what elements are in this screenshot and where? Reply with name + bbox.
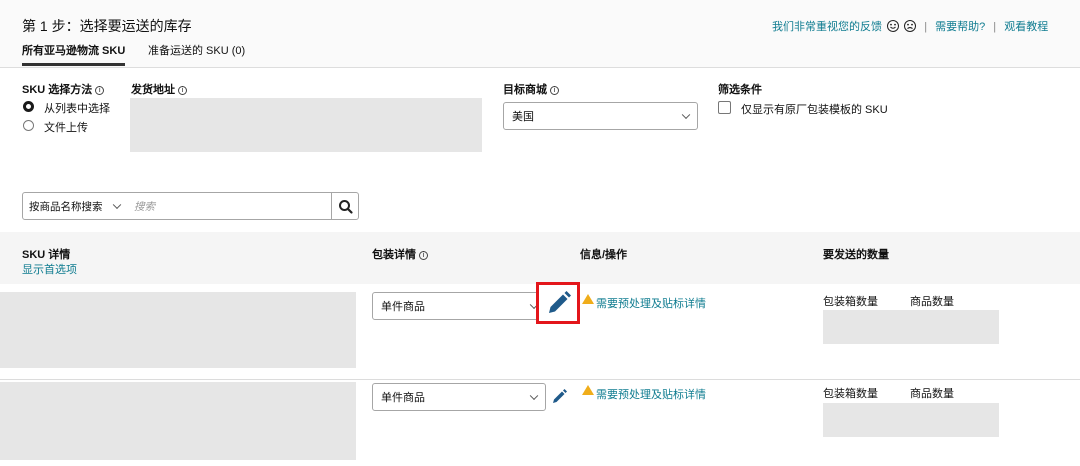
edit-packing-button[interactable] (550, 385, 570, 407)
search-button[interactable] (331, 192, 359, 220)
marketplace-label-text: 目标商城 (503, 84, 547, 96)
edit-packing-button[interactable] (536, 282, 580, 324)
header-links: 我们非常重视您的反馈 | 需要帮助? | 观看教程 (772, 18, 1048, 34)
col-info-actions: 信息/操作 (580, 249, 628, 261)
search-by-select[interactable]: 按商品名称搜索 (22, 192, 127, 220)
happy-face-icon[interactable] (887, 20, 900, 32)
sad-face-icon[interactable] (904, 20, 917, 32)
search-placeholder: 搜索 (134, 200, 155, 213)
sku-method-label: SKU 选择方法 i (22, 81, 105, 97)
units-label: 商品数量 (910, 388, 954, 400)
search-input[interactable]: 搜索 (126, 192, 332, 220)
warning-icon (582, 385, 594, 395)
col-packing-text: 包装详情 (372, 249, 416, 261)
packing-select-value: 单件商品 (381, 301, 425, 313)
prep-label-details-link[interactable]: 需要预处理及贴标详情 (596, 386, 706, 402)
page-title: 第 1 步：选择要运送的库存 (22, 18, 192, 34)
quantity-input-box[interactable] (823, 403, 999, 437)
radio-file-upload[interactable] (23, 120, 34, 131)
boxes-label: 包装箱数量 (823, 296, 878, 308)
ship-from-label-text: 发货地址 (131, 84, 175, 96)
ship-from-address-box (130, 98, 482, 152)
filter-checkbox[interactable] (718, 101, 731, 114)
pencil-icon (549, 291, 571, 313)
show-preferences-link[interactable]: 显示首选项 (22, 261, 77, 277)
separator: | (993, 21, 997, 33)
search-icon (339, 200, 353, 214)
radio-file-upload-label: 文件上传 (44, 122, 88, 134)
feedback-link[interactable]: 我们非常重视您的反馈 (772, 21, 882, 33)
marketplace-label: 目标商城 i (503, 81, 559, 97)
radio-from-list[interactable] (23, 101, 34, 112)
radio-from-list-label: 从列表中选择 (44, 103, 110, 115)
prep-label-details-link[interactable]: 需要预处理及贴标详情 (596, 295, 706, 311)
marketplace-select-value: 美国 (512, 111, 534, 123)
filter-checkbox-label: 仅显示有原厂包装模板的 SKU (741, 104, 888, 116)
sku-method-label-text: SKU 选择方法 (22, 84, 93, 96)
tab-ready-to-ship[interactable]: 准备运送的 SKU (0) (148, 42, 245, 58)
ship-from-label: 发货地址 i (131, 81, 187, 97)
units-label: 商品数量 (910, 296, 954, 308)
packing-select-value: 单件商品 (381, 392, 425, 404)
quantity-input-box[interactable] (823, 310, 999, 344)
info-icon[interactable]: i (95, 86, 105, 95)
marketplace-select[interactable]: 美国 (503, 102, 698, 130)
chevron-down-icon (529, 391, 539, 401)
tutorial-link[interactable]: 观看教程 (1004, 21, 1048, 33)
row-divider (0, 379, 1080, 380)
search-by-value: 按商品名称搜索 (29, 200, 103, 213)
col-sku-details: SKU 详情 (22, 249, 71, 261)
tab-all-fba-sku[interactable]: 所有亚马逊物流 SKU (22, 42, 126, 66)
packing-select[interactable]: 单件商品 (372, 383, 546, 411)
sku-details-box (0, 382, 356, 460)
table-header (0, 232, 1080, 284)
info-icon[interactable]: i (550, 86, 559, 95)
separator: | (924, 21, 928, 33)
col-packing-details: 包装详情 i (372, 246, 428, 262)
packing-select[interactable]: 单件商品 (372, 292, 546, 320)
chevron-down-icon (681, 110, 691, 120)
chevron-down-icon (112, 200, 122, 210)
sku-details-box (0, 292, 356, 368)
pencil-icon (553, 389, 567, 403)
boxes-label: 包装箱数量 (823, 388, 878, 400)
col-quantity: 要发送的数量 (823, 249, 889, 261)
filter-label: 筛选条件 (718, 84, 762, 96)
help-link[interactable]: 需要帮助? (935, 21, 985, 33)
info-icon[interactable]: i (419, 251, 428, 260)
info-icon[interactable]: i (178, 86, 187, 95)
warning-icon (582, 294, 594, 304)
